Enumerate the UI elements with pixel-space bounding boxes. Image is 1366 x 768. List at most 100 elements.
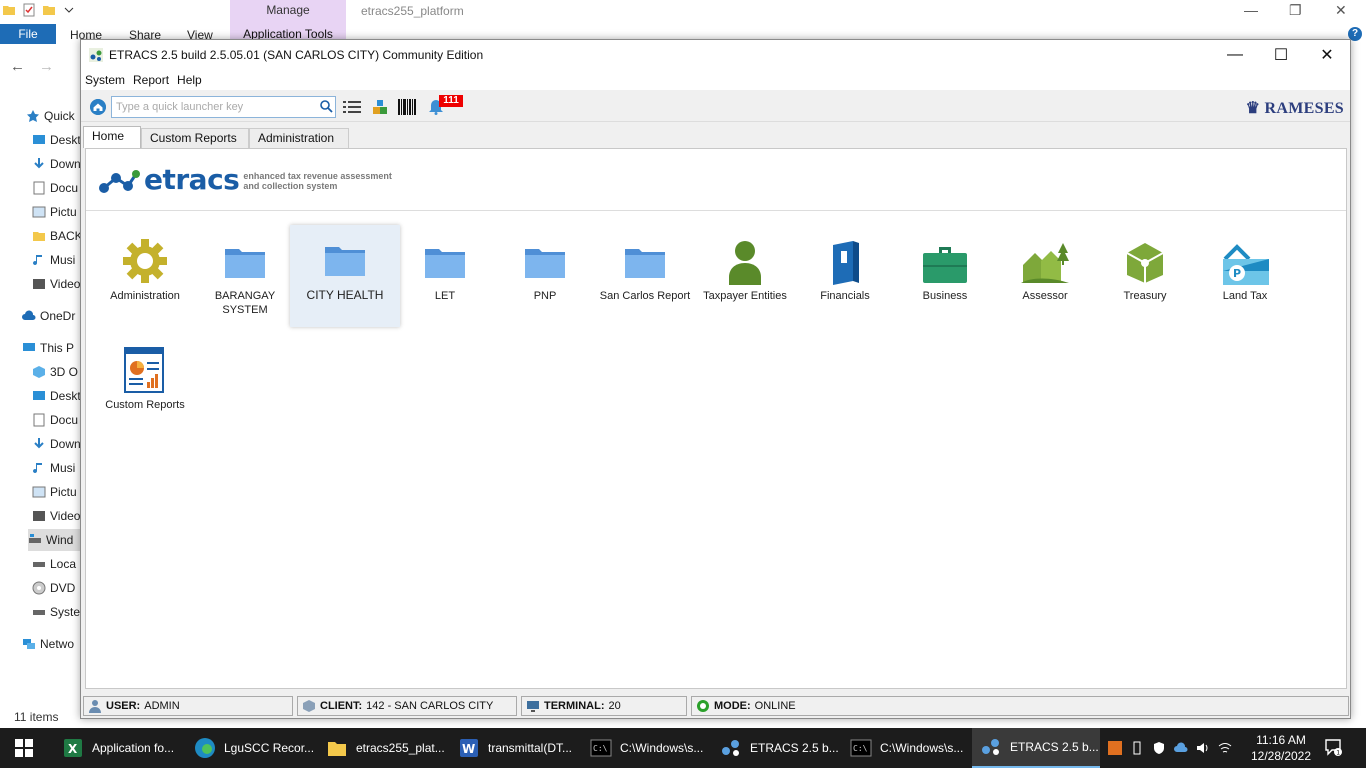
- quick-launcher-input[interactable]: [111, 96, 336, 118]
- nav-item-music[interactable]: Musi: [32, 249, 86, 271]
- notification-center-icon[interactable]: 1: [1324, 738, 1342, 756]
- music-icon: [33, 463, 42, 474]
- folder-icon: [325, 247, 365, 276]
- blocks-icon[interactable]: [371, 99, 389, 115]
- etracs-icon: [722, 740, 739, 756]
- forward-arrow-icon[interactable]: →: [39, 58, 54, 75]
- tile-barangay-system[interactable]: BARANGAY SYSTEM: [195, 227, 295, 329]
- tile-business[interactable]: Business: [895, 227, 995, 329]
- nav-item-downloads-pc[interactable]: Down: [32, 433, 86, 455]
- system-tray: [1108, 728, 1232, 768]
- nav-item-music-pc[interactable]: Musi: [32, 457, 86, 479]
- nav-item-downloads[interactable]: Down: [32, 153, 86, 175]
- minimize-icon[interactable]: —: [1244, 2, 1258, 18]
- tile-taxpayer-entities[interactable]: Taxpayer Entities: [695, 227, 795, 329]
- nav-item-windows-drive[interactable]: Wind: [28, 529, 80, 551]
- app-tray-icon[interactable]: [1108, 741, 1122, 755]
- tile-let[interactable]: LET: [395, 227, 495, 329]
- window-title: ETRACS 2.5 build 2.5.05.01 (SAN CARLOS C…: [109, 48, 484, 62]
- nav-item-network[interactable]: Netwo: [22, 633, 80, 655]
- close-icon[interactable]: ✕: [1335, 2, 1347, 19]
- nav-item-desktop[interactable]: Deskt: [32, 129, 86, 151]
- taskbar-item-cmd-1[interactable]: C:\ C:\Windows\s...: [582, 728, 710, 768]
- nav-item-videos-pc[interactable]: Video: [32, 505, 86, 527]
- nav-item-system[interactable]: Syste: [32, 601, 86, 623]
- tile-custom-reports[interactable]: Custom Reports: [95, 336, 195, 438]
- tile-san-carlos-report[interactable]: San Carlos Report: [595, 227, 695, 329]
- nav-item-back[interactable]: BACK: [32, 225, 86, 247]
- wifi-icon[interactable]: [1218, 741, 1232, 755]
- menu-bar: System Report Help: [81, 70, 1350, 90]
- nav-item-pictures-pc[interactable]: Pictu: [32, 481, 86, 503]
- etracs-logo-icon: [99, 169, 140, 193]
- nav-item-documents[interactable]: Docu: [32, 177, 86, 199]
- clock[interactable]: 11:16 AM 12/28/2022: [1246, 732, 1316, 764]
- taskbar-item-excel[interactable]: X Application fo...: [54, 728, 184, 768]
- new-folder-icon[interactable]: [42, 3, 56, 17]
- windows-logo-icon: [15, 739, 33, 757]
- nav-item-quick-access[interactable]: Quick: [26, 105, 80, 127]
- nav-item-dvd[interactable]: DVD: [32, 577, 86, 599]
- maximize-icon[interactable]: ☐: [1258, 40, 1304, 70]
- tab-custom-reports[interactable]: Custom Reports: [141, 128, 249, 148]
- music-icon: [33, 255, 42, 266]
- close-icon[interactable]: ✕: [1304, 40, 1350, 70]
- volume-icon[interactable]: [1196, 741, 1210, 755]
- tile-treasury[interactable]: Treasury: [1095, 227, 1195, 329]
- gear-icon: [123, 239, 167, 283]
- tile-label: Administration: [110, 290, 180, 302]
- taskbar-item-etracs-1[interactable]: ETRACS 2.5 b...: [712, 728, 840, 768]
- tile-assessor[interactable]: Assessor: [995, 227, 1095, 329]
- nav-item-documents-pc[interactable]: Docu: [32, 409, 86, 431]
- shield-icon[interactable]: [1152, 741, 1166, 755]
- navigation-arrows: ← →: [10, 58, 54, 75]
- home-icon[interactable]: [90, 99, 106, 115]
- notification-badge: 111: [439, 95, 463, 107]
- chevron-down-icon[interactable]: [62, 3, 76, 17]
- nav-item-local-disk[interactable]: Loca: [32, 553, 86, 575]
- user-icon: [89, 700, 101, 713]
- folder-icon[interactable]: [2, 3, 16, 17]
- nav-item-pictures[interactable]: Pictu: [32, 201, 86, 223]
- tile-city-health[interactable]: CITY HEALTH: [290, 225, 400, 327]
- tab-file[interactable]: File: [0, 24, 56, 44]
- restore-icon[interactable]: ❐: [1289, 2, 1302, 19]
- menu-system[interactable]: System: [81, 73, 129, 87]
- svg-text:W: W: [462, 742, 475, 756]
- manage-tab[interactable]: Manage: [230, 0, 346, 24]
- usb-icon[interactable]: [1130, 741, 1144, 755]
- status-user: USER: ADMIN: [83, 696, 293, 716]
- tile-financials[interactable]: Financials: [795, 227, 895, 329]
- taskbar-item-word[interactable]: W transmittal(DT...: [450, 728, 578, 768]
- taskbar-item-cmd-2[interactable]: C:\ C:\Windows\s...: [842, 728, 970, 768]
- search-icon[interactable]: [320, 100, 333, 113]
- taskbar-item-etracs-2[interactable]: ETRACS 2.5 b...: [972, 728, 1100, 768]
- tile-pnp[interactable]: PNP: [495, 227, 595, 329]
- online-status-icon: [697, 700, 709, 712]
- taskbar-item-edge[interactable]: LguSCC Recor...: [186, 728, 314, 768]
- tile-administration[interactable]: Administration: [95, 227, 195, 329]
- properties-icon[interactable]: [22, 3, 36, 17]
- nav-item-onedrive[interactable]: OneDr: [22, 305, 80, 327]
- nav-item-videos[interactable]: Video: [32, 273, 86, 295]
- drive-icon: [33, 562, 45, 567]
- status-client: CLIENT: 142 - SAN CARLOS CITY: [297, 696, 517, 716]
- onedrive-icon[interactable]: [1174, 741, 1188, 755]
- nav-item-desktop-pc[interactable]: Deskt: [32, 385, 86, 407]
- tile-land-tax[interactable]: P Land Tax: [1195, 227, 1295, 329]
- nav-item-this-pc[interactable]: This P: [22, 337, 80, 359]
- nav-item-3d-objects[interactable]: 3D O: [32, 361, 86, 383]
- start-button[interactable]: [0, 728, 48, 768]
- back-arrow-icon[interactable]: ←: [10, 58, 25, 75]
- barcode-icon[interactable]: [398, 99, 416, 115]
- tab-home[interactable]: Home: [83, 126, 141, 148]
- tab-administration[interactable]: Administration: [249, 128, 349, 148]
- briefcase-icon: [923, 247, 967, 283]
- list-icon[interactable]: [343, 99, 361, 115]
- toolbar: 111 ♛ RAMESES: [81, 92, 1350, 122]
- report-icon: [124, 347, 164, 393]
- menu-help[interactable]: Help: [173, 73, 206, 87]
- taskbar-item-explorer[interactable]: etracs255_plat...: [318, 728, 446, 768]
- menu-report[interactable]: Report: [129, 73, 173, 87]
- minimize-icon[interactable]: —: [1212, 40, 1258, 70]
